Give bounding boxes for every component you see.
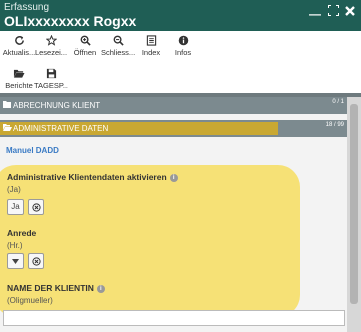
- client-name-link[interactable]: Manuel DADD: [6, 146, 59, 155]
- window-title: OLIxxxxxxxx Rogxx: [4, 13, 137, 29]
- section-label: ABRECHNUNG KLIENT: [13, 101, 101, 110]
- scrollbar-thumb[interactable]: [350, 104, 358, 304]
- folder-open-icon: [3, 124, 12, 131]
- field-salutation-label: Anrede: [7, 228, 37, 238]
- info-icon[interactable]: i: [96, 284, 105, 293]
- field-client-name-value: (Oligmueller): [7, 296, 53, 305]
- bookmark-label: Lesezei...: [34, 48, 68, 57]
- chevron-down-icon: [12, 258, 19, 264]
- window-titlebar: Erfassung OLIxxxxxxxx Rogxx —: [0, 0, 361, 31]
- zoom-in-icon: [80, 35, 91, 46]
- save-icon: [46, 68, 56, 79]
- info-button[interactable]: Infos: [166, 35, 200, 57]
- window-subtitle: Erfassung: [4, 2, 50, 13]
- info-icon[interactable]: i: [169, 173, 178, 182]
- toolbar: Aktualis... Lesezei... Öffnen Schliess..…: [0, 31, 361, 93]
- daily-button[interactable]: TAGESP...: [34, 68, 68, 90]
- highlight-marker: [0, 165, 300, 317]
- section-abrechnung-klient[interactable]: ABRECHNUNG KLIENT 0 / 1: [0, 97, 347, 114]
- info-label: Infos: [174, 48, 192, 57]
- section-administrative-daten[interactable]: ADMINISTRATIVE DATEN 18 / 99: [0, 120, 347, 137]
- clear-icon: [31, 202, 41, 212]
- star-icon: [45, 35, 57, 46]
- clear-button[interactable]: [28, 253, 44, 269]
- section-label: ADMINISTRATIVE DATEN: [13, 124, 109, 133]
- salutation-dropdown[interactable]: [7, 253, 24, 269]
- minimize-icon[interactable]: —: [309, 7, 321, 21]
- open-button[interactable]: Öffnen: [68, 35, 102, 57]
- refresh-label: Aktualis...: [2, 48, 36, 57]
- fullscreen-icon[interactable]: [327, 4, 340, 19]
- section-count: 0 / 1: [332, 99, 344, 105]
- info-icon: [178, 35, 188, 46]
- close-icon[interactable]: [345, 5, 355, 19]
- open-label: Öffnen: [73, 48, 97, 57]
- field-activate-admin-data-label: Administrative Klientendaten aktivieren i: [7, 172, 178, 182]
- refresh-button[interactable]: Aktualis...: [2, 35, 36, 57]
- section-count: 18 / 99: [325, 122, 344, 128]
- yes-button[interactable]: Ja: [7, 199, 24, 215]
- field-activate-admin-data-value: (Ja): [7, 185, 21, 194]
- index-label: Index: [141, 48, 161, 57]
- folder-icon: [3, 101, 11, 108]
- index-icon: [146, 35, 156, 46]
- clear-icon: [31, 256, 41, 266]
- reports-button[interactable]: Berichte: [2, 68, 36, 90]
- bookmark-button[interactable]: Lesezei...: [34, 35, 68, 57]
- index-button[interactable]: Index: [134, 35, 168, 57]
- daily-label: TAGESP...: [34, 81, 68, 90]
- refresh-icon: [14, 35, 24, 45]
- clear-button[interactable]: [28, 199, 44, 215]
- zoom-out-icon: [113, 35, 124, 46]
- folder-open-icon: [13, 69, 25, 78]
- field-client-name-label: NAME DER KLIENTIN i: [7, 283, 105, 293]
- field-salutation-value: (Hr.): [7, 241, 23, 250]
- client-name-input[interactable]: [3, 310, 345, 326]
- close-all-label: Schliess...: [101, 48, 135, 57]
- reports-label: Berichte: [5, 81, 33, 90]
- close-all-button[interactable]: Schliess...: [101, 35, 135, 57]
